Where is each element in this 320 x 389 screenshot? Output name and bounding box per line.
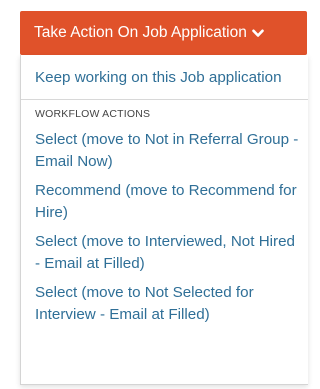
- take-action-widget: Take Action On Job Application Keep work…: [0, 0, 308, 389]
- workflow-action-interviewed-not-hired[interactable]: Select (move to Interviewed, Not Hired -…: [21, 228, 308, 279]
- workflow-action-not-in-referral-group[interactable]: Select (move to Not in Referral Group - …: [21, 126, 308, 177]
- workflow-action-recommend-for-hire[interactable]: Recommend (move to Recommend for Hire): [21, 177, 308, 228]
- take-action-button-label: Take Action On Job Application: [34, 24, 247, 41]
- workflow-actions-header: WORKFLOW ACTIONS: [35, 108, 151, 120]
- take-action-button[interactable]: Take Action On Job Application: [20, 11, 307, 55]
- chevron-down-icon: [252, 28, 264, 38]
- workflow-action-not-selected-for-interview[interactable]: Select (move to Not Selected for Intervi…: [21, 279, 308, 330]
- keep-working-menu-item[interactable]: Keep working on this Job application: [21, 55, 308, 99]
- take-action-dropdown-menu: Keep working on this Job application WOR…: [20, 55, 308, 385]
